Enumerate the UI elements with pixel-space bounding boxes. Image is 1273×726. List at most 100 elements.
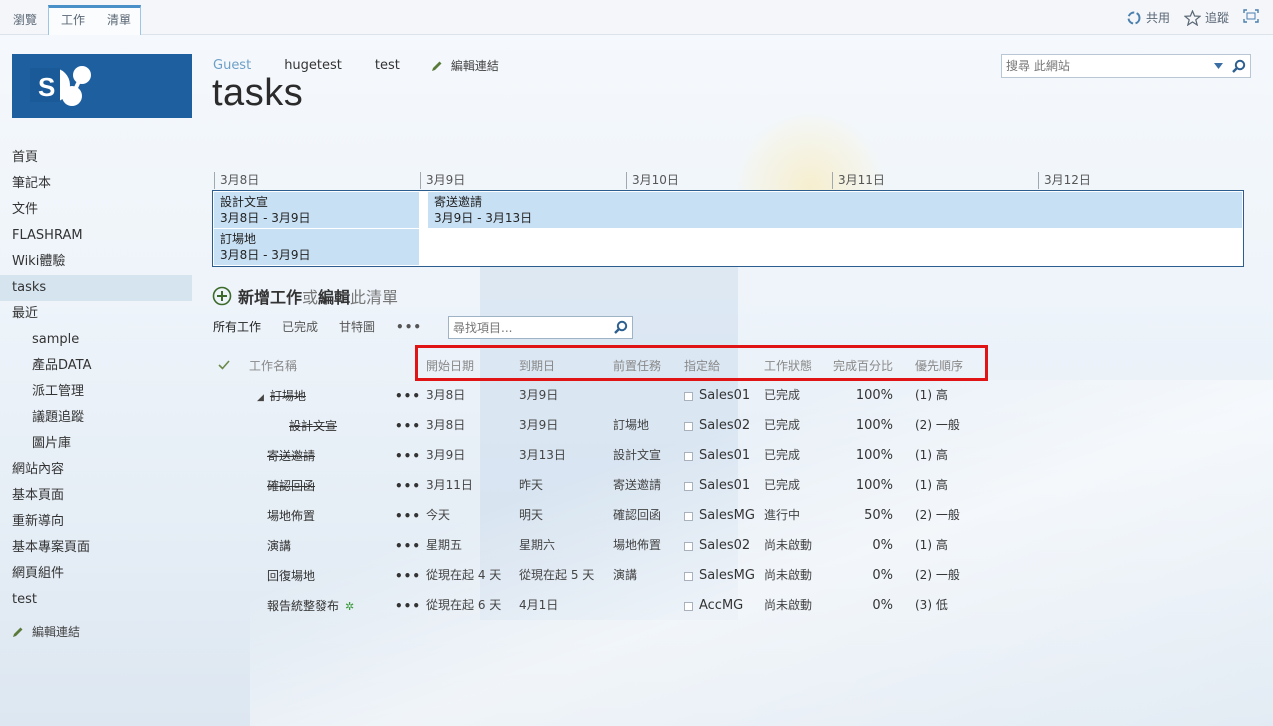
nav-item[interactable]: FLASHRAM (0, 223, 192, 249)
page-title: tasks (212, 72, 304, 114)
item-menu-button[interactable]: ••• (395, 411, 421, 441)
nav-item[interactable]: 重新導向 (0, 509, 192, 535)
presence-icon (684, 541, 693, 551)
item-menu-button[interactable]: ••• (395, 441, 421, 471)
task-name-link[interactable]: 訂場地 (270, 389, 306, 403)
timeline-bar[interactable]: 訂場地 3月8日 - 3月9日 (214, 229, 419, 265)
nav-item[interactable]: 派工管理 (0, 379, 192, 405)
table-row[interactable]: 設計文宣 ••• 3月8日 3月9日 訂場地 Sales02 已完成 100% (2) 一般 (213, 410, 973, 440)
nav-item[interactable]: sample (0, 327, 192, 353)
table-row[interactable]: 回復場地 ••• 從現在起 4 天 從現在起 5 天 演講 SalesMG 尚未啟動 0% (2… (213, 560, 973, 590)
task-name-cell: 場地佈置 (267, 501, 315, 531)
nav-item[interactable]: 筆記本 (0, 171, 192, 197)
assignee-link[interactable]: Sales01 (699, 471, 750, 501)
select-all-checkmark[interactable] (218, 352, 230, 380)
assignee-link[interactable]: Sales02 (699, 411, 750, 441)
task-name-cell: 設計文宣 (289, 411, 337, 441)
expand-collapse-icon[interactable]: ◢ (257, 393, 264, 403)
task-name-link[interactable]: 回復場地 (267, 569, 315, 583)
view-all-tasks[interactable]: 所有工作 (213, 318, 261, 335)
item-menu-button[interactable]: ••• (395, 381, 421, 411)
new-task-link[interactable]: 新增工作 (238, 284, 302, 308)
start-date-cell: 從現在起 6 天 (426, 598, 502, 612)
status-cell: 尚未啟動 (764, 568, 813, 582)
task-name-link[interactable]: 確認回函 (267, 479, 315, 493)
table-row[interactable]: 寄送邀請 ••• 3月9日 3月13日 設計文宣 Sales01 已完成 100% (1) 高 (213, 440, 973, 470)
table-row[interactable]: 確認回函 ••• 3月11日 昨天 寄送邀請 Sales01 已完成 100% (1) 高 (213, 470, 973, 500)
table-row[interactable]: ◢ 訂場地 ••• 3月8日 3月9日 Sales01 已完成 100% (1) 高 (213, 380, 973, 410)
nav-item[interactable]: 議題追蹤 (0, 405, 192, 431)
task-name-link[interactable]: 寄送邀請 (267, 449, 315, 463)
item-menu-button[interactable]: ••• (395, 531, 421, 561)
list-search-input[interactable] (453, 319, 603, 336)
task-name-link[interactable]: 演講 (267, 539, 291, 553)
item-menu-button[interactable]: ••• (395, 591, 421, 621)
more-views-button[interactable]: ••• (396, 320, 422, 334)
edit-list-link[interactable]: 編輯 (318, 284, 350, 308)
nav-item[interactable]: 基本頁面 (0, 483, 192, 509)
nav-item[interactable]: 首頁 (0, 145, 192, 171)
due-date-cell: 從現在起 5 天 (519, 568, 595, 582)
ribbon-tab-browse[interactable]: 瀏覽 (5, 0, 45, 35)
item-menu-button[interactable]: ••• (395, 471, 421, 501)
item-menu-button[interactable]: ••• (395, 501, 421, 531)
percent-complete-cell: 0% (872, 598, 893, 613)
search-icon[interactable] (1232, 59, 1246, 73)
follow-button[interactable]: 追蹤 (1183, 9, 1229, 26)
nav-item[interactable]: 基本專案頁面 (0, 535, 192, 561)
nav-item[interactable]: 文件 (0, 197, 192, 223)
assignee-link[interactable]: SalesMG (699, 501, 755, 531)
site-search-input[interactable] (1006, 57, 1206, 75)
table-row[interactable]: 演講 ••• 星期五 星期六 場地佈置 Sales02 尚未啟動 0% (1) 高 (213, 530, 973, 560)
ribbon-tab-tasks[interactable]: 工作 (53, 5, 93, 35)
column-header-name[interactable]: 工作名稱 (249, 352, 297, 380)
item-menu-button[interactable]: ••• (395, 561, 421, 591)
breadcrumb-item-test[interactable]: test (375, 58, 400, 73)
nav-item[interactable]: test (0, 587, 192, 613)
predecessor-cell[interactable]: 設計文宣 (613, 440, 661, 470)
task-name-link[interactable]: 報告統整發布 (267, 599, 339, 613)
ribbon-tab-list[interactable]: 清單 (99, 5, 139, 35)
share-button[interactable]: 共用 (1126, 9, 1170, 26)
assignee-link[interactable]: SalesMG (699, 561, 755, 591)
due-date-cell: 明天 (519, 508, 544, 522)
view-gantt[interactable]: 甘特圖 (339, 318, 375, 335)
view-completed[interactable]: 已完成 (282, 318, 318, 335)
status-cell: 已完成 (764, 448, 801, 462)
assigned-to-cell: Sales01 (684, 381, 750, 411)
breadcrumb-item-guest[interactable]: Guest (213, 58, 251, 73)
add-icon[interactable] (212, 286, 232, 306)
nav-item[interactable]: 最近 (0, 301, 192, 327)
search-scope-dropdown-icon[interactable] (1214, 63, 1223, 69)
predecessor-cell[interactable]: 場地佈置 (613, 530, 661, 560)
edit-links-top[interactable]: 編輯連結 (431, 57, 499, 74)
new-item-icon: ✲ (345, 600, 355, 613)
search-icon[interactable] (614, 320, 628, 334)
predecessor-cell[interactable]: 演講 (613, 560, 637, 590)
timeline-bar[interactable]: 設計文宣 3月8日 - 3月9日 (214, 192, 419, 228)
nav-item[interactable]: 網頁組件 (0, 561, 192, 587)
timeline-bar[interactable]: 寄送邀請 3月9日 - 3月13日 (428, 192, 1242, 228)
task-name-link[interactable]: 場地佈置 (267, 509, 315, 523)
table-row[interactable]: 場地佈置 ••• 今天 明天 確認回函 SalesMG 進行中 50% (2) 一般 (213, 500, 973, 530)
focus-content-button[interactable] (1243, 9, 1259, 26)
assignee-link[interactable]: AccMG (699, 591, 743, 621)
assignee-link[interactable]: Sales01 (699, 441, 750, 471)
edit-links-nav[interactable]: 編輯連結 (0, 623, 192, 640)
predecessor-cell[interactable]: 訂場地 (613, 410, 649, 440)
predecessor-cell[interactable]: 確認回函 (613, 500, 661, 530)
breadcrumb-item-hugetest[interactable]: hugetest (284, 58, 342, 73)
nav-item[interactable]: 產品DATA (0, 353, 192, 379)
status-cell: 尚未啟動 (764, 598, 813, 612)
start-date-cell: 星期五 (426, 538, 463, 552)
nav-item[interactable]: tasks (0, 275, 192, 301)
assignee-link[interactable]: Sales01 (699, 381, 750, 411)
table-row[interactable]: 報告統整發布 ✲ ••• 從現在起 6 天 4月1日 AccMG 尚未啟動 0% (3) 低 (213, 590, 973, 620)
nav-item[interactable]: Wiki體驗 (0, 249, 192, 275)
assignee-link[interactable]: Sales02 (699, 531, 750, 561)
nav-item[interactable]: 圖片庫 (0, 431, 192, 457)
nav-item[interactable]: 網站內容 (0, 457, 192, 483)
task-name-link[interactable]: 設計文宣 (289, 419, 337, 433)
predecessor-cell[interactable]: 寄送邀請 (613, 470, 661, 500)
site-logo[interactable]: S (12, 54, 192, 118)
